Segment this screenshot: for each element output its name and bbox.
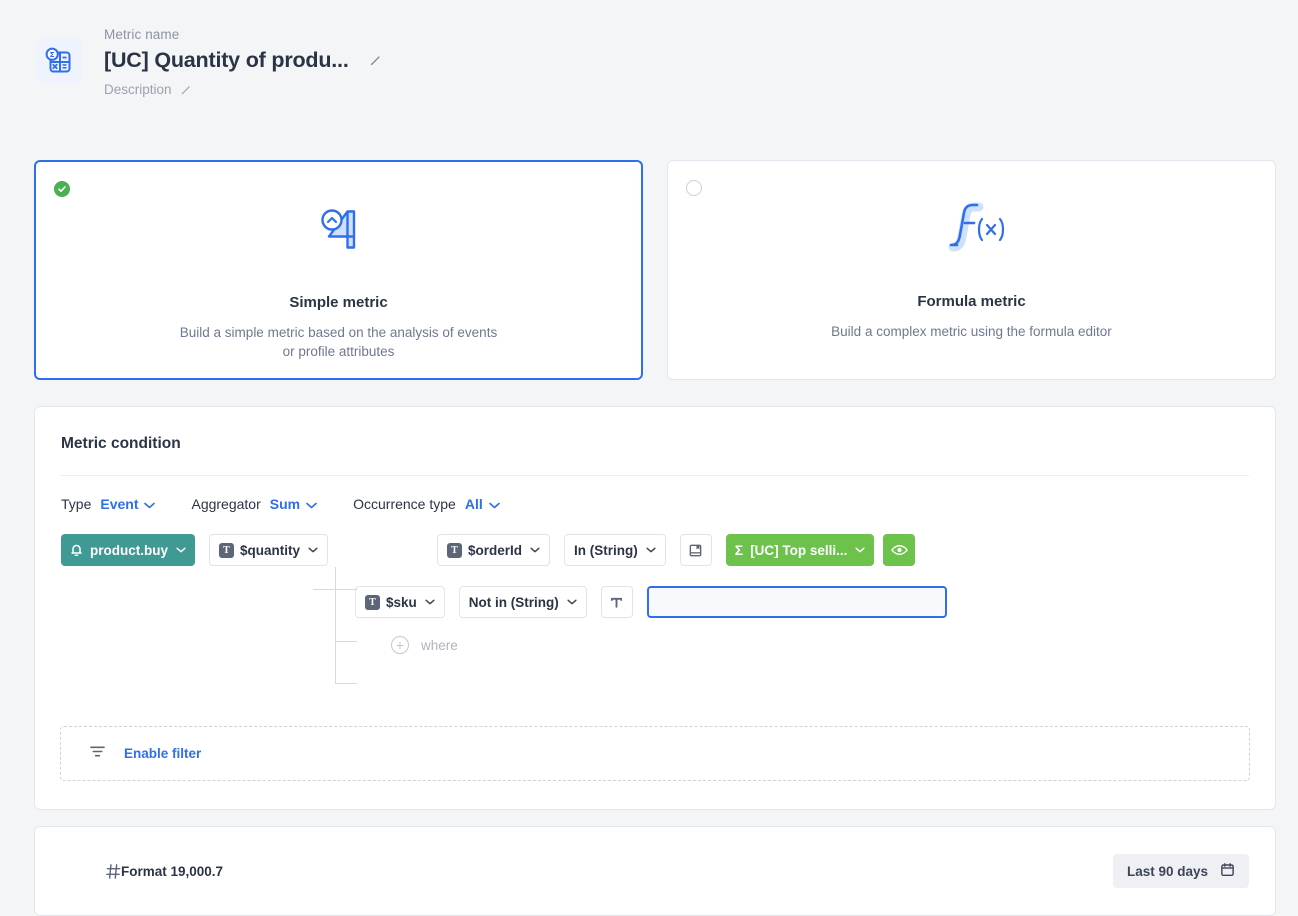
description-row[interactable]: Description: [104, 82, 382, 97]
text-type-badge-icon: T: [447, 543, 462, 558]
occurrence-type-selector-label: Occurrence type: [353, 496, 456, 512]
chevron-down-icon[interactable]: [176, 547, 186, 553]
condition-row: product.buy T $quantity T $order: [61, 534, 1275, 566]
occurrence-type-selector-value[interactable]: All: [465, 496, 483, 512]
aggregated-attribute-pill[interactable]: T $quantity: [209, 534, 328, 566]
chevron-down-icon[interactable]: [489, 496, 500, 512]
metric-type-card-formula[interactable]: Formula metric Build a complex metric us…: [667, 160, 1276, 380]
eye-icon[interactable]: [883, 534, 915, 566]
calculator-sigma-icon: Σ: [36, 38, 82, 84]
filter-operator-pill[interactable]: In (String): [564, 534, 666, 566]
chevron-down-icon[interactable]: [855, 547, 865, 553]
aggregator-selector-label: Aggregator: [191, 496, 260, 512]
hash-icon: [105, 863, 122, 880]
metric-editor-page: Σ Metric name [UC] Quantity of produ... …: [0, 0, 1298, 916]
chevron-down-icon[interactable]: [306, 496, 317, 512]
filter-property-label: $sku: [386, 595, 417, 610]
filter-value-metric-pill[interactable]: Σ [UC] Top selli...: [726, 534, 875, 566]
enable-filter-label[interactable]: Enable filter: [124, 746, 201, 761]
svg-text:Σ: Σ: [50, 50, 55, 59]
pencil-icon[interactable]: [180, 84, 192, 96]
metric-name-label: Metric name: [104, 26, 382, 44]
chevron-down-icon[interactable]: [425, 599, 435, 605]
type-selector-value[interactable]: Event: [100, 496, 138, 512]
date-range-picker[interactable]: Last 90 days: [1113, 854, 1249, 888]
chevron-down-icon[interactable]: [144, 496, 155, 512]
metric-condition-title: Metric condition: [35, 407, 1275, 453]
filter-value-input[interactable]: [647, 586, 947, 618]
type-selector[interactable]: Type Event: [61, 496, 155, 512]
aggregator-selector-value[interactable]: Sum: [270, 496, 300, 512]
metric-type-description: Build a simple metric based on the analy…: [174, 323, 504, 361]
metric-title-row: [UC] Quantity of produ...: [104, 48, 382, 73]
function-fx-icon: [937, 197, 1007, 259]
text-t-icon[interactable]: [601, 586, 633, 618]
condition-row: T $sku Not in (String): [61, 586, 1275, 618]
chevron-down-icon[interactable]: [567, 599, 577, 605]
filter-operator-pill[interactable]: Not in (String): [459, 586, 587, 618]
footer-bar: Format 19,000.7 Last 90 days: [34, 826, 1276, 916]
number-four-chevron-icon: [308, 198, 370, 260]
metric-type-card-simple[interactable]: Simple metric Build a simple metric base…: [34, 160, 643, 380]
metric-type-description: Build a complex metric using the formula…: [831, 322, 1112, 341]
page-title[interactable]: [UC] Quantity of produ...: [104, 48, 349, 73]
pencil-icon[interactable]: [369, 54, 382, 67]
type-selector-label: Type: [61, 496, 91, 512]
chevron-down-icon[interactable]: [308, 547, 318, 553]
description-label: Description: [104, 82, 172, 97]
filter-property-label: $orderId: [468, 543, 522, 558]
format-control[interactable]: Format 19,000.7: [103, 864, 223, 879]
metric-type-cards: Simple metric Build a simple metric base…: [34, 160, 1276, 380]
date-range-label: Last 90 days: [1127, 864, 1208, 879]
page-header: Σ Metric name [UC] Quantity of produ... …: [0, 0, 1298, 97]
occurrence-type-selector[interactable]: Occurrence type All: [353, 496, 500, 512]
enable-filter-row[interactable]: Enable filter: [60, 726, 1250, 781]
aggregated-attribute-label: $quantity: [240, 543, 300, 558]
filter-property-pill[interactable]: T $orderId: [437, 534, 550, 566]
header-text-block: Metric name [UC] Quantity of produ... De…: [104, 26, 382, 97]
metric-type-title: Formula metric: [917, 293, 1025, 310]
event-bell-icon: [70, 543, 83, 557]
plus-circle-icon[interactable]: +: [391, 636, 409, 654]
condition-tree-connector: [313, 567, 371, 683]
where-label: where: [421, 638, 458, 653]
calendar-icon: [1220, 862, 1235, 880]
filter-icon: [89, 744, 106, 764]
radio-empty-icon[interactable]: [686, 180, 702, 196]
event-pill[interactable]: product.buy: [61, 534, 195, 566]
filter-operator-label: Not in (String): [469, 595, 559, 610]
event-pill-label: product.buy: [90, 543, 168, 558]
filter-value-metric-label: [UC] Top selli...: [750, 543, 847, 558]
book-icon[interactable]: [680, 534, 712, 566]
filter-operator-label: In (String): [574, 543, 638, 558]
add-where-row[interactable]: + where: [61, 636, 1275, 654]
condition-builder: product.buy T $quantity T $order: [35, 512, 1275, 654]
aggregator-selector[interactable]: Aggregator Sum: [191, 496, 317, 512]
format-label: Format 19,000.7: [121, 864, 223, 879]
sigma-icon: Σ: [735, 542, 743, 558]
chevron-down-icon[interactable]: [646, 547, 656, 553]
condition-selectors: Type Event Aggregator Sum Occurrence typ…: [35, 476, 1275, 512]
check-circle-icon[interactable]: [54, 181, 70, 197]
text-type-badge-icon: T: [219, 543, 234, 558]
chevron-down-icon[interactable]: [530, 547, 540, 553]
metric-type-title: Simple metric: [289, 294, 387, 311]
